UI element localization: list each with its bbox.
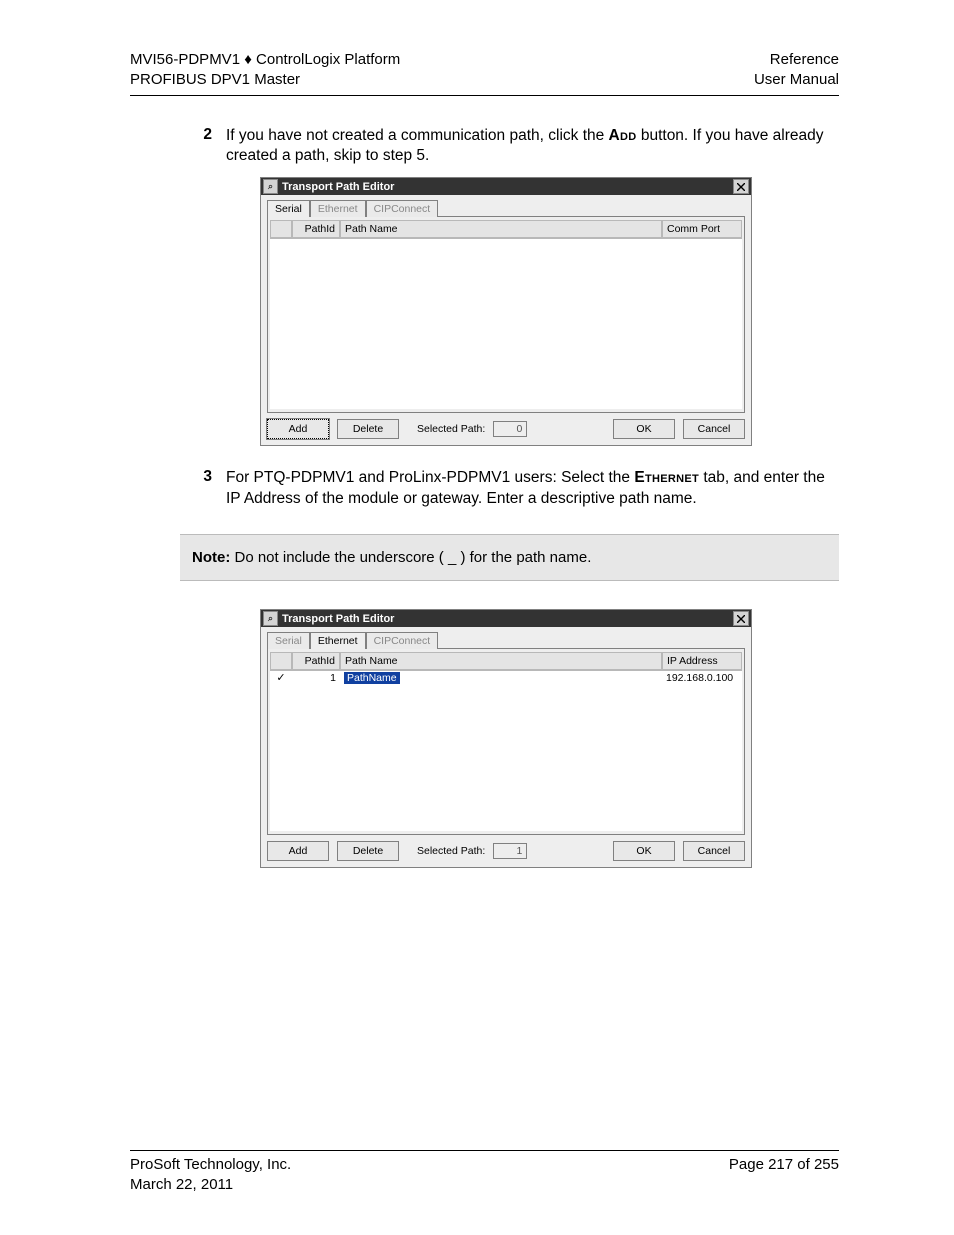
transport-path-editor-dialog-serial: ⌕ Transport Path Editor Serial Ethernet … xyxy=(260,177,752,446)
col-ipaddress[interactable]: IP Address xyxy=(662,652,742,670)
tab-cipconnect[interactable]: CIPConnect xyxy=(366,632,439,649)
note-text: Do not include the underscore ( _ ) for … xyxy=(230,549,591,566)
dialog-footer: Add Delete Selected Path: 0 OK Cancel xyxy=(261,413,751,445)
tab-serial[interactable]: Serial xyxy=(267,200,310,217)
selected-path-value: 1 xyxy=(493,843,527,859)
header-left-line1: MVI56-PDPMV1 ♦ ControlLogix Platform xyxy=(130,50,400,70)
row-pathname-cell[interactable]: PathName xyxy=(340,672,662,684)
step-2: 2 If you have not created a communicatio… xyxy=(180,126,839,168)
list-header: PathId Path Name IP Address xyxy=(270,652,742,670)
step3-pre: For PTQ-PDPMV1 and ProLinx-PDPMV1 users:… xyxy=(226,469,634,486)
page-footer: ProSoft Technology, Inc. March 22, 2011 … xyxy=(130,1150,839,1196)
dialog-title: Transport Path Editor xyxy=(282,181,733,193)
table-row[interactable]: ✓ 1 PathName 192.168.0.100 xyxy=(270,671,742,685)
dialog-titlebar[interactable]: ⌕ Transport Path Editor xyxy=(261,178,751,195)
list-header: PathId Path Name Comm Port xyxy=(270,220,742,238)
step-3: 3 For PTQ-PDPMV1 and ProLinx-PDPMV1 user… xyxy=(180,468,839,510)
header-right: Reference User Manual xyxy=(754,50,839,91)
step-body: For PTQ-PDPMV1 and ProLinx-PDPMV1 users:… xyxy=(226,468,839,510)
col-commport[interactable]: Comm Port xyxy=(662,220,742,238)
tab-strip: Serial Ethernet CIPConnect xyxy=(261,627,751,648)
tab-panel: PathId Path Name Comm Port xyxy=(267,216,745,413)
selected-path-label: Selected Path: xyxy=(417,845,485,857)
cancel-button[interactable]: Cancel xyxy=(683,841,745,861)
row-pathname: PathName xyxy=(344,672,400,684)
close-icon[interactable] xyxy=(733,611,749,626)
tab-ethernet[interactable]: Ethernet xyxy=(310,632,366,649)
footer-pagenum: Page 217 of 255 xyxy=(729,1155,839,1196)
list-body[interactable]: ✓ 1 PathName 192.168.0.100 xyxy=(270,670,742,831)
footer-company: ProSoft Technology, Inc. xyxy=(130,1155,291,1175)
tab-strip: Serial Ethernet CIPConnect xyxy=(261,195,751,216)
step-body: If you have not created a communication … xyxy=(226,126,839,168)
step-number: 3 xyxy=(180,468,226,510)
close-icon[interactable] xyxy=(733,179,749,194)
search-icon: ⌕ xyxy=(263,611,278,626)
footer-date: March 22, 2011 xyxy=(130,1175,291,1195)
col-check[interactable] xyxy=(270,652,292,670)
row-pathid: 1 xyxy=(292,672,340,684)
page-header: MVI56-PDPMV1 ♦ ControlLogix Platform PRO… xyxy=(130,50,839,96)
col-pathname[interactable]: Path Name xyxy=(340,652,662,670)
step2-pre: If you have not created a communication … xyxy=(226,127,609,144)
col-pathname[interactable]: Path Name xyxy=(340,220,662,238)
list-body[interactable] xyxy=(270,238,742,409)
col-pathid[interactable]: PathId xyxy=(292,652,340,670)
ok-button[interactable]: OK xyxy=(613,419,675,439)
step-number: 2 xyxy=(180,126,226,168)
ok-button[interactable]: OK xyxy=(613,841,675,861)
row-ipaddress: 192.168.0.100 xyxy=(662,672,742,684)
document-page: MVI56-PDPMV1 ♦ ControlLogix Platform PRO… xyxy=(0,0,954,1235)
add-button[interactable]: Add xyxy=(267,419,329,439)
selected-path-label: Selected Path: xyxy=(417,423,485,435)
header-left: MVI56-PDPMV1 ♦ ControlLogix Platform PRO… xyxy=(130,50,400,91)
col-check[interactable] xyxy=(270,220,292,238)
check-icon: ✓ xyxy=(270,673,292,684)
step3-bold: Ethernet xyxy=(634,469,699,486)
note-block: Note: Do not include the underscore ( _ … xyxy=(180,534,839,581)
add-button[interactable]: Add xyxy=(267,841,329,861)
header-left-line2: PROFIBUS DPV1 Master xyxy=(130,70,400,90)
dialog-titlebar[interactable]: ⌕ Transport Path Editor xyxy=(261,610,751,627)
header-right-line1: Reference xyxy=(754,50,839,70)
tab-ethernet[interactable]: Ethernet xyxy=(310,200,366,217)
header-right-line2: User Manual xyxy=(754,70,839,90)
tab-cipconnect[interactable]: CIPConnect xyxy=(366,200,439,217)
dialog-footer: Add Delete Selected Path: 1 OK Cancel xyxy=(261,835,751,867)
dialog-title: Transport Path Editor xyxy=(282,613,733,625)
transport-path-editor-dialog-ethernet: ⌕ Transport Path Editor Serial Ethernet … xyxy=(260,609,752,868)
search-icon: ⌕ xyxy=(263,179,278,194)
tab-serial[interactable]: Serial xyxy=(267,632,310,649)
selected-path-value: 0 xyxy=(493,421,527,437)
note-label: Note: xyxy=(192,549,230,566)
footer-left: ProSoft Technology, Inc. March 22, 2011 xyxy=(130,1155,291,1196)
delete-button[interactable]: Delete xyxy=(337,419,399,439)
tab-panel: PathId Path Name IP Address ✓ 1 PathName… xyxy=(267,648,745,835)
col-pathid[interactable]: PathId xyxy=(292,220,340,238)
delete-button[interactable]: Delete xyxy=(337,841,399,861)
cancel-button[interactable]: Cancel xyxy=(683,419,745,439)
step2-bold: Add xyxy=(609,127,637,144)
